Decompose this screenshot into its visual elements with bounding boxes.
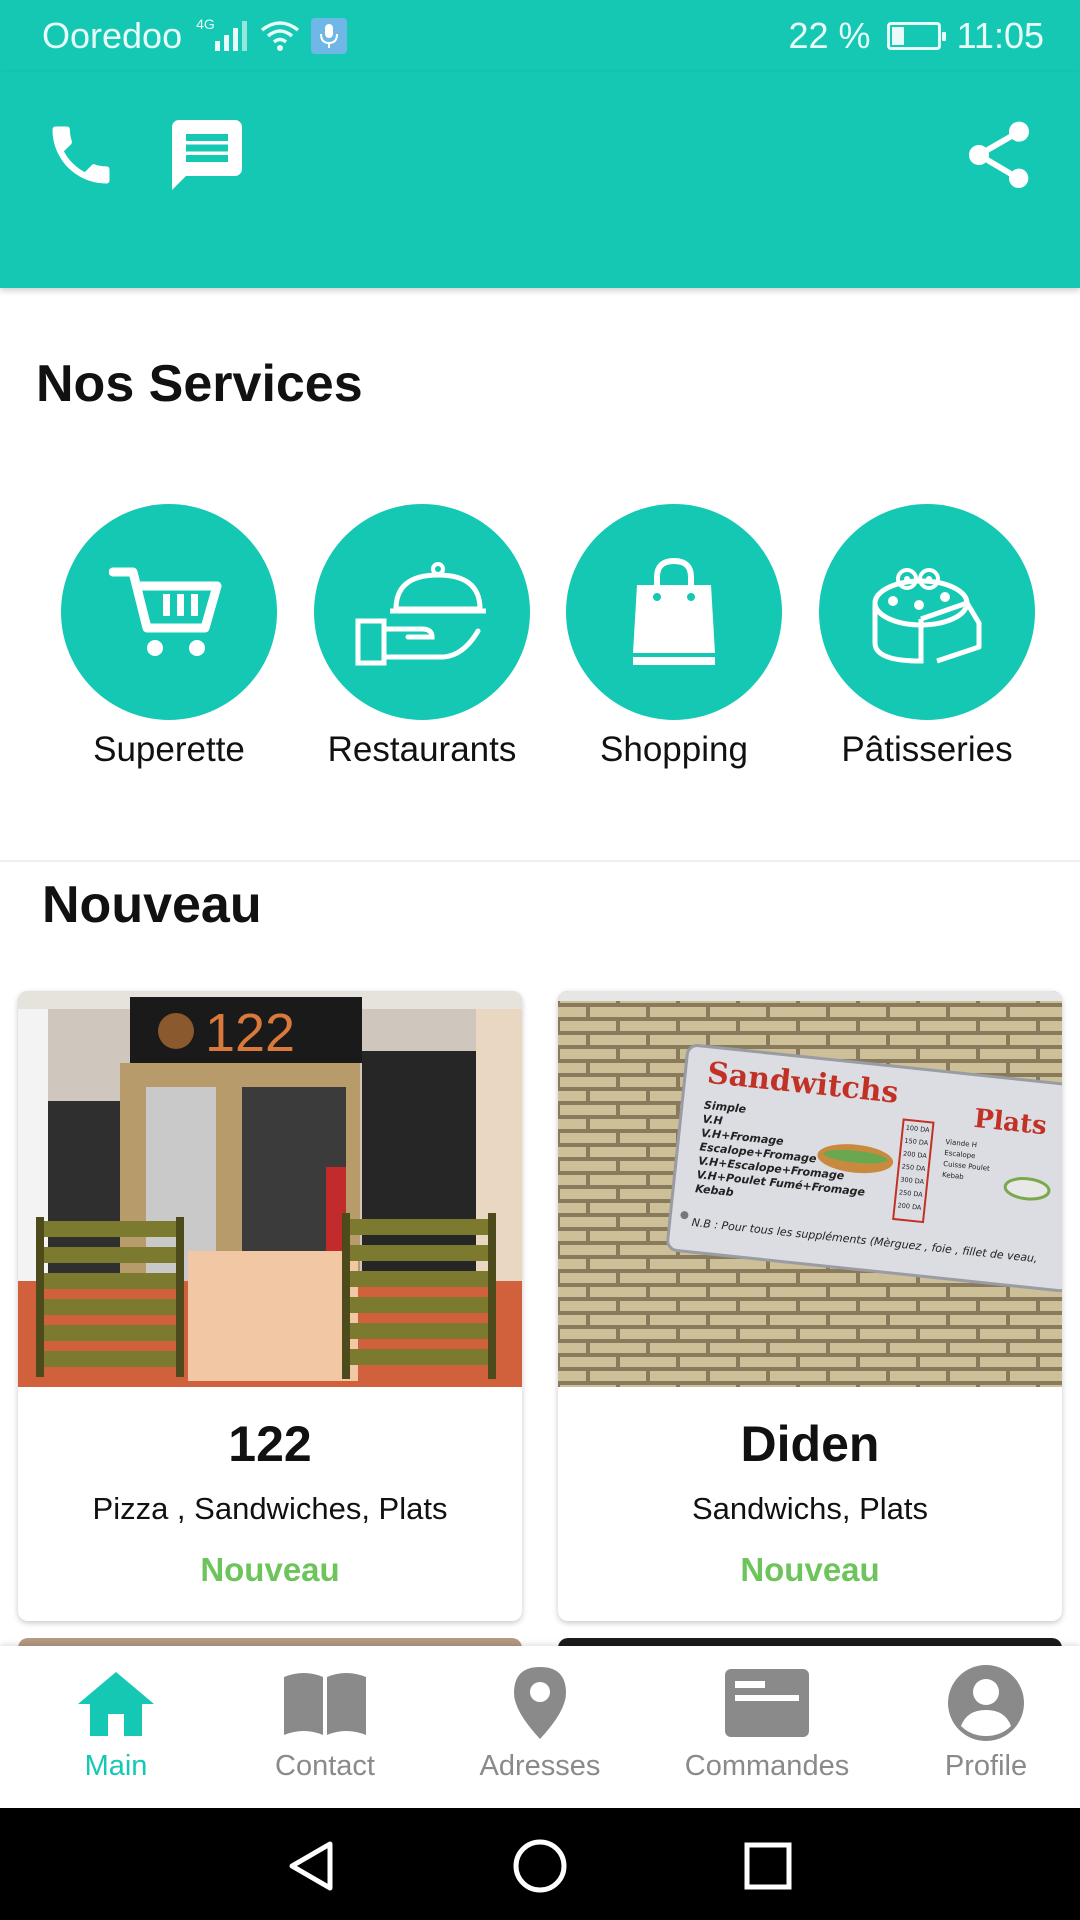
serving-cloche-icon xyxy=(355,562,486,666)
status-left: Ooredoo 4G xyxy=(42,15,347,57)
nav-contact[interactable]: Contact xyxy=(225,1660,425,1783)
restaurant-card-122[interactable]: 122 122 Pizza , Sandwiches, Plats Nouvea… xyxy=(18,991,522,1621)
system-recents-button[interactable] xyxy=(738,1836,798,1896)
phone-button[interactable] xyxy=(36,110,126,200)
section-divider xyxy=(0,860,1080,862)
home-icon xyxy=(78,1672,154,1736)
nav-label: Main xyxy=(84,1750,148,1782)
service-label: Pâtisseries xyxy=(841,730,1013,769)
status-bar: Ooredoo 4G 22 % 11:05 xyxy=(0,0,1080,72)
nav-profile[interactable]: Profile xyxy=(886,1660,1080,1783)
services-title: Nos Services xyxy=(36,355,363,413)
bottom-navigation: Main Contact Adresses Commandes Profile xyxy=(0,1646,1080,1808)
share-icon xyxy=(969,121,1029,188)
cart-icon xyxy=(109,567,222,656)
signal-icon: 4G xyxy=(192,16,249,51)
service-superette[interactable]: Superette xyxy=(49,504,289,770)
new-section-title: Nouveau xyxy=(42,876,262,934)
service-shopping[interactable]: Shopping xyxy=(554,504,794,770)
service-circle xyxy=(314,504,530,720)
battery-percent: 22 % xyxy=(788,15,871,56)
restaurant-tags: Sandwichs, Plats xyxy=(691,1491,929,1526)
app-bar xyxy=(0,72,1080,288)
service-circle xyxy=(566,504,782,720)
service-label: Restaurants xyxy=(327,730,517,769)
recents-icon xyxy=(744,1842,792,1890)
nav-commandes[interactable]: Commandes xyxy=(667,1660,867,1783)
phone-icon xyxy=(52,126,110,184)
cake-icon xyxy=(872,568,982,664)
mic-icon xyxy=(310,18,347,54)
restaurant-photo: Sandwitchs Plats Simple V.H V.H+Fromage … xyxy=(558,991,1062,1387)
service-restaurants[interactable]: Restaurants xyxy=(302,504,542,770)
new-badge: Nouveau xyxy=(200,1551,340,1588)
orders-card-icon xyxy=(725,1669,809,1737)
service-label: Shopping xyxy=(600,730,748,769)
restaurant-card-diden[interactable]: Sandwitchs Plats Simple V.H V.H+Fromage … xyxy=(558,991,1062,1621)
nav-label: Commandes xyxy=(684,1750,850,1782)
battery-icon xyxy=(886,22,946,50)
system-navigation-bar xyxy=(0,1808,1080,1920)
home-circle-icon xyxy=(513,1839,567,1893)
shopping-bag-icon xyxy=(633,557,715,665)
book-icon xyxy=(284,1673,366,1735)
nav-label: Adresses xyxy=(479,1750,601,1782)
network-type: 4G xyxy=(196,16,215,32)
system-back-button[interactable] xyxy=(280,1836,340,1896)
restaurant-photo: 122 xyxy=(18,991,522,1387)
menu-item: V.H xyxy=(702,1113,723,1128)
location-pin-icon xyxy=(514,1667,566,1739)
share-button[interactable] xyxy=(954,110,1044,200)
message-icon xyxy=(172,120,242,190)
new-badge: Nouveau xyxy=(740,1551,880,1588)
service-label: Superette xyxy=(93,730,245,769)
service-circle xyxy=(61,504,277,720)
clock: 11:05 xyxy=(956,15,1044,56)
nav-main[interactable]: Main xyxy=(16,1660,216,1783)
nav-label: Contact xyxy=(275,1750,375,1782)
message-button[interactable] xyxy=(162,110,252,200)
restaurant-name: Diden xyxy=(740,1416,880,1472)
storefront-sign: 122 xyxy=(205,1003,295,1063)
nav-adresses[interactable]: Adresses xyxy=(440,1660,640,1783)
status-right: 22 % 11:05 xyxy=(789,15,1044,57)
service-circle xyxy=(819,504,1035,720)
back-icon xyxy=(289,1841,333,1891)
restaurant-name: 122 xyxy=(228,1416,312,1472)
restaurant-tags: Pizza , Sandwiches, Plats xyxy=(92,1491,448,1526)
nav-label: Profile xyxy=(944,1750,1028,1782)
wifi-icon xyxy=(259,20,301,52)
profile-icon xyxy=(948,1665,1024,1741)
service-patisseries[interactable]: Pâtisseries xyxy=(807,504,1047,770)
carrier-name: Ooredoo xyxy=(42,15,183,56)
system-home-button[interactable] xyxy=(510,1836,570,1896)
